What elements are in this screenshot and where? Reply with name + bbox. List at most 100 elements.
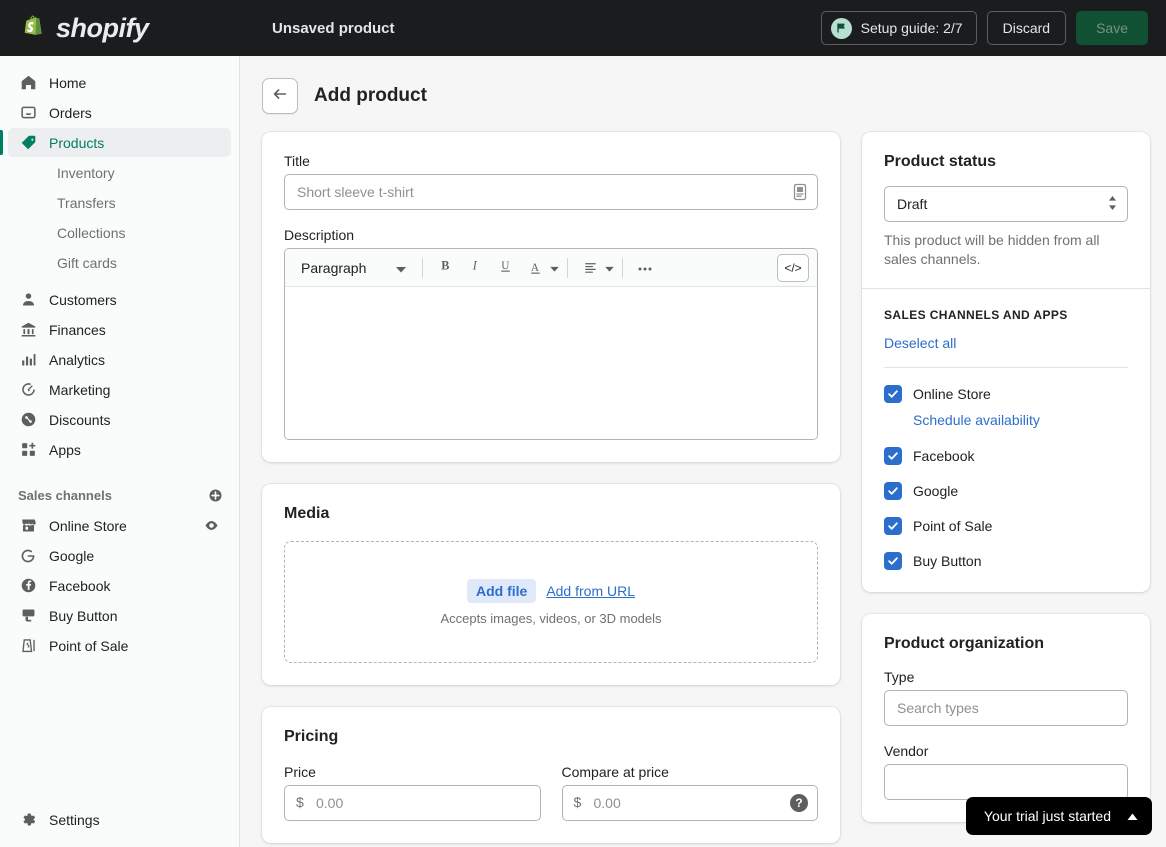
checkbox-checked-icon[interactable] (884, 481, 902, 500)
page-document-icon[interactable] (792, 183, 808, 201)
media-actions: Add file Add from URL (466, 578, 635, 603)
sidebar-item-orders[interactable]: Orders (8, 98, 231, 127)
chevron-down-icon (605, 259, 615, 277)
vendor-input[interactable] (884, 763, 1128, 800)
sidebar-item-collections[interactable]: Collections (8, 218, 231, 247)
deselect-all-link[interactable]: Deselect all (884, 335, 956, 351)
sidebar-item-analytics[interactable]: Analytics (8, 345, 231, 374)
sidebar-item-finances[interactable]: Finances (8, 315, 231, 344)
chevron-up-icon[interactable] (1127, 808, 1138, 824)
channels-divider (884, 366, 1128, 368)
save-button[interactable]: Save (1076, 11, 1148, 45)
back-button[interactable] (262, 78, 298, 114)
setup-guide-button[interactable]: Setup guide: 2/7 (820, 11, 977, 45)
price-column: Price $ (284, 764, 541, 821)
compare-price-input-wrap: $ ? (561, 785, 818, 821)
gear-icon (18, 810, 38, 830)
sidebar-item-google[interactable]: Google (8, 541, 231, 570)
plus-circle-icon[interactable] (208, 488, 223, 503)
description-field-label: Description (284, 227, 355, 243)
channel-checkbox-point-of-sale[interactable]: Point of Sale (884, 516, 1128, 535)
sidebar-item-label: Marketing (49, 381, 111, 398)
sidebar-item-customers[interactable]: Customers (8, 285, 231, 314)
block-format-dropdown[interactable]: Paragraph (293, 254, 414, 282)
sidebar-item-point-of-sale[interactable]: Point of Sale (8, 631, 231, 660)
schedule-availability-link[interactable]: Schedule availability (913, 412, 1040, 428)
ellipsis-icon (637, 259, 653, 277)
channel-checkbox-google[interactable]: Google (884, 481, 1128, 500)
align-button[interactable] (576, 254, 615, 282)
body-row: Home Orders Products Inventory Transfers… (0, 56, 1166, 847)
sidebar-item-online-store[interactable]: Online Store (8, 511, 231, 540)
point-of-sale-icon (18, 636, 38, 656)
type-field-label: Type (884, 668, 915, 685)
select-updown-icon (1108, 196, 1117, 210)
italic-icon: I (468, 258, 483, 278)
channel-checkbox-buy-button[interactable]: Buy Button (884, 551, 1128, 570)
compare-at-price-input[interactable] (561, 785, 818, 821)
shopify-bag-icon (22, 14, 48, 42)
sidebar-item-label: Apps (49, 441, 81, 458)
checkbox-checked-icon[interactable] (884, 384, 902, 403)
customer-person-icon (18, 290, 38, 310)
checkbox-checked-icon[interactable] (884, 516, 902, 535)
channel-label: Buy Button (913, 552, 982, 569)
underline-icon: U (498, 258, 513, 278)
media-hint: Accepts images, videos, or 3D models (440, 610, 662, 626)
discard-button[interactable]: Discard (986, 11, 1067, 45)
sidebar-item-inventory[interactable]: Inventory (8, 158, 231, 187)
more-options-button[interactable] (631, 254, 659, 282)
underline-button[interactable]: U (491, 254, 519, 282)
price-input[interactable] (284, 785, 541, 821)
question-mark-icon[interactable]: ? (790, 794, 808, 812)
add-from-url-link[interactable]: Add from URL (546, 583, 635, 599)
analytics-bars-icon (18, 350, 38, 370)
editor-toolbar: Paragraph B I U A </> (285, 249, 817, 287)
sidebar-item-facebook[interactable]: Facebook (8, 571, 231, 600)
eye-icon[interactable] (204, 518, 219, 533)
sidebar-item-buy-button[interactable]: Buy Button (8, 601, 231, 630)
compare-price-column: Compare at price $ ? (561, 764, 818, 821)
sidebar-item-transfers[interactable]: Transfers (8, 188, 231, 217)
vendor-field-label: Vendor (884, 742, 929, 759)
sidebar-item-apps[interactable]: Apps (8, 435, 231, 464)
channel-checkbox-facebook[interactable]: Facebook (884, 446, 1128, 465)
sidebar-item-products[interactable]: Products (0, 128, 231, 157)
active-indicator (0, 130, 3, 155)
bold-button[interactable]: B (431, 254, 459, 282)
description-textarea[interactable] (285, 287, 817, 439)
media-dropzone[interactable]: Add file Add from URL Accepts images, vi… (284, 541, 818, 663)
content-columns: Title Short sleeve t-shirt Description P… (262, 132, 1150, 847)
buy-button-icon (18, 606, 38, 626)
type-input[interactable] (884, 689, 1128, 726)
orders-inbox-icon (18, 103, 38, 123)
sidebar-item-settings[interactable]: Settings (8, 805, 231, 834)
title-input[interactable] (284, 174, 818, 210)
sidebar-item-discounts[interactable]: Discounts (8, 405, 231, 434)
product-status-select[interactable]: Draft (884, 186, 1128, 222)
channel-label: Online Store (913, 385, 991, 402)
html-code-button[interactable]: </> (777, 253, 809, 282)
chevron-down-icon (550, 259, 560, 277)
main-content: Add product Title Short sleeve t-shirt D… (240, 56, 1166, 847)
product-status-select-wrap: Draft (884, 186, 1128, 222)
media-card: Media Add file Add from URL Accepts imag… (262, 484, 840, 685)
product-status-value: Draft (897, 196, 928, 212)
checkbox-checked-icon[interactable] (884, 551, 902, 570)
sidebar-item-marketing[interactable]: Marketing (8, 375, 231, 404)
block-format-label: Paragraph (301, 259, 367, 276)
sidebar-item-gift-cards[interactable]: Gift cards (8, 248, 231, 277)
channel-checkbox-online-store[interactable]: Online Store (884, 384, 1128, 403)
sidebar-item-home[interactable]: Home (8, 68, 231, 97)
shopify-logo[interactable]: shopify (0, 13, 240, 44)
trial-toast[interactable]: Your trial just started (965, 797, 1152, 835)
add-file-button[interactable]: Add file (466, 578, 537, 603)
italic-button[interactable]: I (461, 254, 489, 282)
text-color-button[interactable]: A (521, 254, 560, 282)
product-tag-icon (18, 133, 38, 153)
checkbox-checked-icon[interactable] (884, 446, 902, 465)
align-icon (576, 254, 604, 282)
sidebar-subitem-label: Inventory (57, 164, 115, 181)
apps-grid-icon (18, 440, 38, 460)
text-color-icon: A (521, 254, 549, 282)
